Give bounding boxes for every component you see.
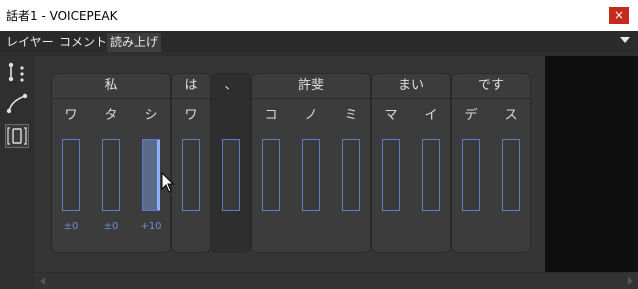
- mora-label: ワ: [64, 108, 78, 123]
- title-bar: 話者1 - VOICEPEAK ×: [0, 0, 638, 31]
- tool-sidebar: [0, 52, 34, 289]
- pitch-slider[interactable]: [142, 139, 160, 211]
- tab-comment[interactable]: コメント: [56, 33, 110, 52]
- tab-bar: レイヤー コメント 読み上げ: [0, 31, 638, 52]
- tab-layer[interactable]: レイヤー: [3, 33, 57, 52]
- mora-label: デ: [464, 108, 478, 123]
- pitch-slider[interactable]: [102, 139, 120, 211]
- word-label: 、: [212, 74, 250, 99]
- pitch-slider[interactable]: [382, 139, 400, 211]
- scroll-right-icon[interactable]: [628, 277, 633, 285]
- curve-tool-icon[interactable]: [5, 91, 29, 115]
- pitch-value: ±0: [103, 221, 119, 232]
- tab-read-aloud[interactable]: 読み上げ: [107, 33, 162, 52]
- mora-label: ノ: [304, 108, 318, 123]
- pitch-value: ±0: [63, 221, 79, 232]
- mouse-pointer-icon: [161, 172, 175, 193]
- range-tool-icon[interactable]: [5, 124, 29, 148]
- chevron-down-icon[interactable]: [620, 37, 630, 43]
- word-label: 許斐: [252, 74, 370, 99]
- pitch-slider[interactable]: [222, 139, 240, 211]
- scroll-left-icon[interactable]: [40, 277, 45, 285]
- mora-label: イ: [424, 108, 438, 123]
- pitch-slider[interactable]: [342, 139, 360, 211]
- right-panel: [545, 56, 638, 272]
- mora-label: シ: [144, 108, 158, 123]
- window-title: 話者1 - VOICEPEAK: [6, 9, 118, 23]
- node-tool-icon[interactable]: [5, 60, 29, 84]
- mora-label: マ: [384, 108, 398, 123]
- pitch-slider[interactable]: [422, 139, 440, 211]
- pitch-slider[interactable]: [502, 139, 520, 211]
- mora-label: ミ: [344, 108, 358, 123]
- mora-label: ワ: [184, 108, 198, 123]
- close-button[interactable]: ×: [609, 7, 629, 24]
- pitch-value: +10: [140, 221, 162, 232]
- mora-label: ス: [504, 108, 518, 123]
- mora-label: コ: [264, 108, 278, 123]
- word-label: は: [172, 74, 210, 99]
- pitch-slider[interactable]: [462, 139, 480, 211]
- slider-fill: [157, 140, 160, 210]
- pitch-slider[interactable]: [262, 139, 280, 211]
- word-label: 私: [52, 74, 170, 99]
- pitch-slider[interactable]: [182, 139, 200, 211]
- pitch-slider[interactable]: [62, 139, 80, 211]
- pitch-slider[interactable]: [302, 139, 320, 211]
- word-label: です: [452, 74, 530, 99]
- mora-label: タ: [104, 108, 118, 123]
- word-label: まい: [372, 74, 450, 99]
- horizontal-scrollbar[interactable]: [34, 273, 638, 289]
